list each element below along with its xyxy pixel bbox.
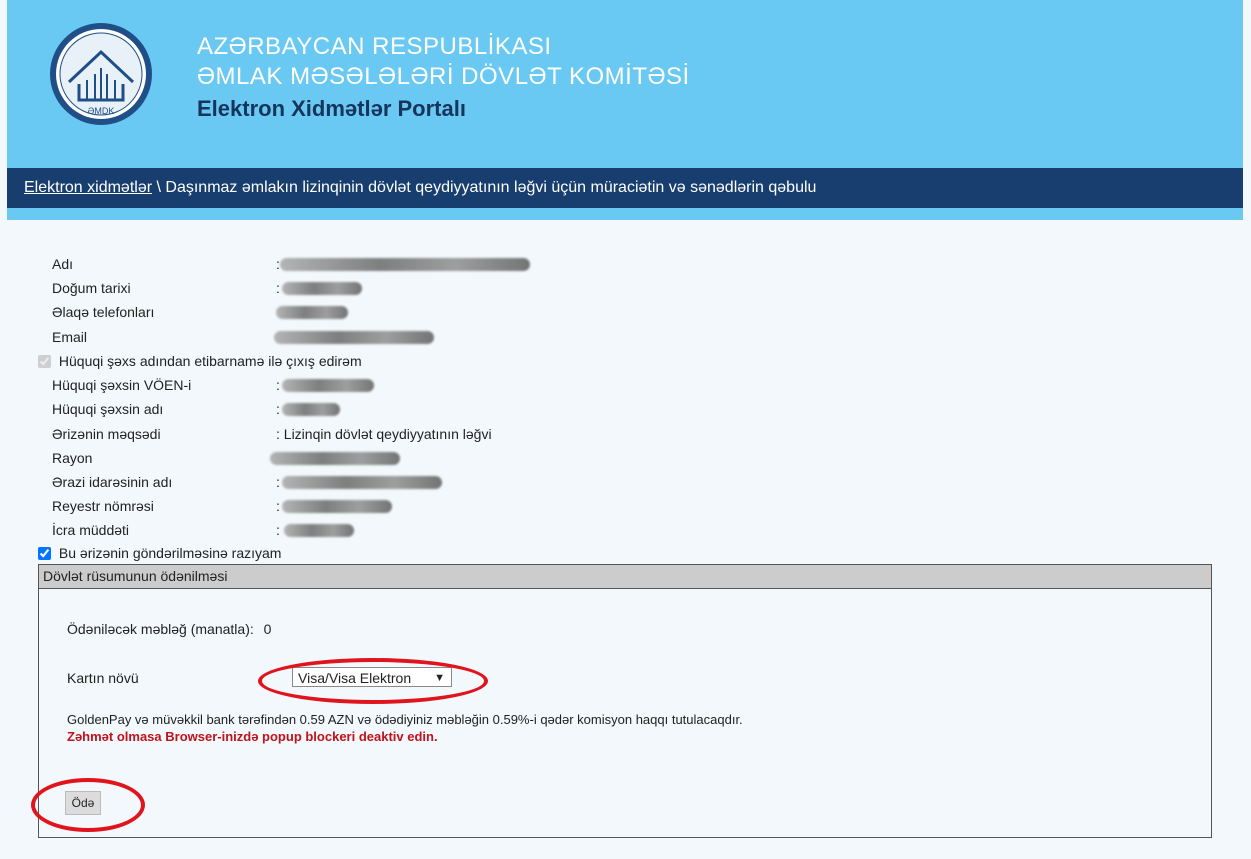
field-label-purpose: Ərizənin məqsədi bbox=[52, 426, 161, 442]
field-label-district: Rayon bbox=[52, 450, 93, 466]
redacted-value bbox=[282, 476, 442, 489]
payment-panel-title: Dövlət rüsumunun ödənilməsi bbox=[39, 565, 1211, 589]
redacted-value bbox=[270, 452, 400, 465]
header-banner: ƏMDK AZƏRBAYCAN RESPUBLİKASI ƏMLAK MƏSƏL… bbox=[7, 0, 1243, 168]
redacted-value bbox=[282, 500, 392, 513]
field-colon: : bbox=[276, 401, 280, 417]
legal-entity-checkbox-label: Hüquqi şəxs adından etibarnamə ilə çıxış… bbox=[58, 353, 362, 369]
field-label-name: Adı bbox=[52, 256, 74, 272]
field-label-legal-name: Hüquqi şəxsin adı bbox=[52, 401, 164, 417]
field-colon: : bbox=[276, 498, 280, 514]
redacted-value bbox=[282, 379, 374, 392]
commission-info: GoldenPay və müvəkkil bank tərəfindən 0.… bbox=[67, 712, 743, 727]
pay-button[interactable]: Ödə bbox=[65, 791, 101, 815]
field-label-phone: Əlaqə telefonları bbox=[52, 304, 155, 320]
redacted-value bbox=[284, 524, 354, 537]
field-label-duration: İcra müddəti bbox=[52, 522, 130, 538]
consent-checkbox[interactable] bbox=[38, 547, 51, 560]
card-type-select[interactable]: Visa/Visa Elektron ▼ bbox=[292, 667, 452, 687]
amount-value: 0 bbox=[263, 621, 272, 637]
header-title-line2: ƏMLAK MƏSƏLƏLƏRİ DÖVLƏT KOMİTƏSİ bbox=[197, 63, 690, 90]
breadcrumb: Elektron xidmətlər \ Daşınmaz əmlakın li… bbox=[7, 168, 1243, 208]
redacted-value bbox=[282, 403, 340, 416]
consent-checkbox-row: Bu ərizənin göndərilməsinə razıyam bbox=[38, 543, 281, 563]
breadcrumb-separator: \ bbox=[152, 179, 166, 196]
field-value-purpose: : Lizinqin dövlət qeydiyyatının ləğvi bbox=[276, 426, 492, 442]
header-title-line1: AZƏRBAYCAN RESPUBLİKASI bbox=[197, 33, 552, 60]
card-type-selected: Visa/Visa Elektron bbox=[298, 670, 412, 686]
field-label-email: Email bbox=[52, 329, 88, 345]
dropdown-arrow-icon: ▼ bbox=[434, 672, 445, 684]
amount-label: Ödəniləcək məbləğ (manatla): bbox=[67, 621, 254, 637]
redacted-value bbox=[280, 258, 530, 271]
redacted-value bbox=[282, 282, 362, 295]
amount-row: Ödəniləcək məbləğ (manatla): 0 bbox=[67, 621, 271, 637]
card-type-label: Kartın növü bbox=[67, 670, 139, 686]
legal-entity-checkbox[interactable] bbox=[38, 355, 51, 368]
field-label-registry: Reyestr nömrəsi bbox=[52, 498, 154, 514]
legal-entity-checkbox-row: Hüquqi şəxs adından etibarnamə ilə çıxış… bbox=[38, 351, 362, 371]
field-label-voen: Hüquqi şəxsin VÖEN-i bbox=[52, 377, 192, 393]
field-colon: : bbox=[276, 522, 280, 538]
logo-text: ƏMDK bbox=[88, 106, 115, 116]
redacted-value bbox=[276, 306, 348, 319]
header-stripe bbox=[7, 208, 1243, 220]
breadcrumb-current: Daşınmaz əmlakın lizinqinin dövlət qeydi… bbox=[165, 179, 817, 196]
field-colon: : bbox=[276, 377, 280, 393]
breadcrumb-link-electronic-services[interactable]: Elektron xidmətlər bbox=[24, 179, 152, 196]
field-label-birthdate: Doğum tarixi bbox=[52, 280, 131, 296]
popup-blocker-warning: Zəhmət olmasa Browser-inizdə popup block… bbox=[67, 729, 438, 744]
payment-panel: Dövlət rüsumunun ödənilməsi Ödəniləcək m… bbox=[38, 564, 1212, 838]
redacted-value bbox=[274, 331, 434, 344]
field-colon: : bbox=[276, 474, 280, 490]
emdk-logo: ƏMDK bbox=[50, 23, 152, 125]
field-label-office: Ərazi idarəsinin adı bbox=[52, 474, 173, 490]
field-colon: : bbox=[276, 280, 280, 296]
consent-checkbox-label: Bu ərizənin göndərilməsinə razıyam bbox=[58, 545, 282, 561]
portal-title: Elektron Xidmətlər Portalı bbox=[197, 96, 466, 121]
